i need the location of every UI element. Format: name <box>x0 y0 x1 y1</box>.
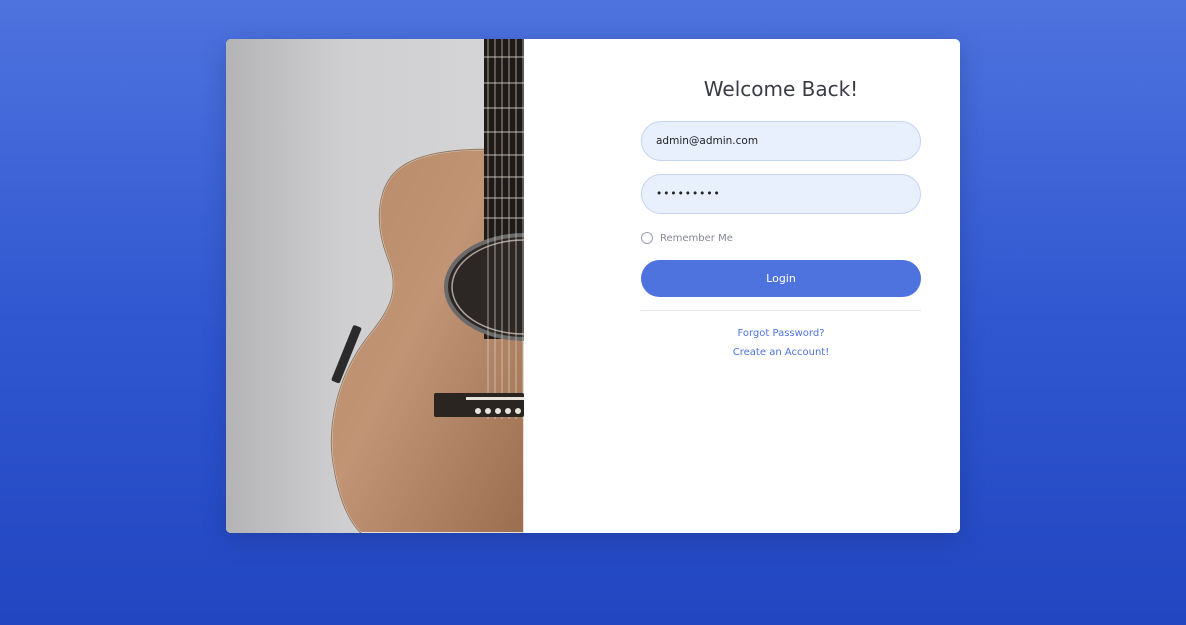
login-button[interactable]: Login <box>641 260 921 297</box>
divider <box>641 310 921 311</box>
create-account-link[interactable]: Create an Account! <box>641 347 921 358</box>
remember-me-checkbox[interactable] <box>641 232 653 244</box>
remember-me[interactable]: Remember Me <box>641 231 733 245</box>
login-card: Welcome Back! Remember Me Login Forgot P… <box>226 39 960 533</box>
password-input[interactable] <box>641 174 921 214</box>
login-form: Welcome Back! Remember Me Login Forgot P… <box>524 39 960 533</box>
guitar-image <box>226 39 524 533</box>
forgot-password-link[interactable]: Forgot Password? <box>641 328 921 339</box>
page-title: Welcome Back! <box>703 77 859 101</box>
email-input[interactable] <box>641 121 921 161</box>
remember-me-label: Remember Me <box>660 232 733 244</box>
